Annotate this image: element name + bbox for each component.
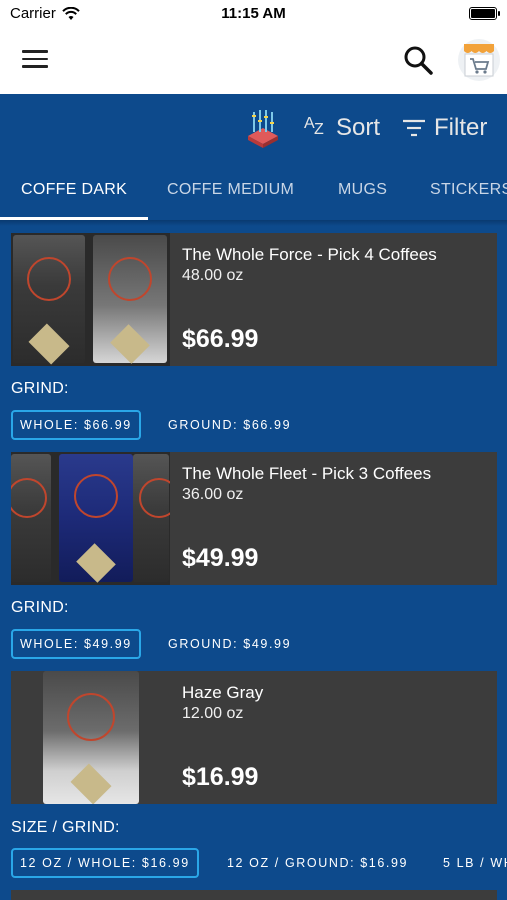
product-image: [11, 671, 170, 804]
sort-button[interactable]: A Z Sort: [304, 114, 380, 142]
option-chip-whole[interactable]: WHOLE: $66.99: [11, 410, 141, 440]
option-chip-whole[interactable]: WHOLE: $49.99: [11, 629, 141, 659]
tab-coffe-dark[interactable]: COFFE DARK: [21, 181, 127, 199]
tab-stickers[interactable]: STICKERS: [430, 181, 507, 199]
product-price: $16.99: [182, 763, 259, 791]
sort-filter-toolbar: A Z Sort Filter: [0, 94, 507, 164]
option-chip-ground[interactable]: GROUND: $66.99: [161, 411, 298, 441]
option-label: GRIND:: [11, 380, 69, 397]
product-name: The Whole Force - Pick 4 Coffees: [182, 245, 437, 264]
status-bar: Carrier 11:15 AM: [0, 0, 507, 28]
filter-button[interactable]: Filter: [402, 114, 487, 142]
product-image: [11, 233, 170, 366]
search-icon[interactable]: [402, 44, 434, 76]
shop-cart-icon[interactable]: [457, 38, 501, 82]
hamburger-menu-icon[interactable]: [22, 50, 48, 70]
product-card[interactable]: The Whole Force - Pick 4 Coffees 48.00 o…: [11, 233, 497, 366]
option-chip-12oz-ground[interactable]: 12 OZ / GROUND: $16.99: [220, 849, 415, 879]
filter-label: Filter: [434, 114, 488, 141]
option-label: SIZE / GRIND:: [11, 819, 120, 836]
sort-az-icon: A Z: [304, 115, 324, 138]
product-price: $66.99: [182, 325, 259, 353]
battery-icon: [469, 7, 500, 20]
product-weight: 48.00 oz: [182, 267, 244, 284]
product-card[interactable]: Haze Gray 12.00 oz $16.99: [11, 671, 497, 804]
filter-icon: [403, 119, 425, 137]
option-label: GRIND:: [11, 599, 69, 616]
tab-coffe-medium[interactable]: COFFE MEDIUM: [167, 181, 294, 199]
sort-label: Sort: [336, 114, 381, 141]
option-chip-12oz-whole[interactable]: 12 OZ / WHOLE: $16.99: [11, 848, 199, 878]
option-chip-5lb-whole[interactable]: 5 LB / WH: [436, 849, 507, 879]
status-time: 11:15 AM: [221, 5, 286, 22]
product-name: The Whole Fleet - Pick 3 Coffees: [182, 464, 432, 483]
store-logo-icon: [248, 110, 278, 148]
product-card[interactable]: The Whole Fleet - Pick 3 Coffees 36.00 o…: [11, 452, 497, 585]
product-price: $49.99: [182, 544, 259, 572]
product-weight: 12.00 oz: [182, 705, 244, 722]
product-image: [11, 452, 170, 585]
product-card[interactable]: [11, 890, 497, 900]
option-chip-ground[interactable]: GROUND: $49.99: [161, 630, 298, 660]
category-tabs: COFFE DARK COFFE MEDIUM MUGS STICKERS: [0, 164, 507, 220]
product-weight: 36.00 oz: [182, 486, 244, 503]
top-nav-bar: [0, 28, 507, 94]
tab-mugs[interactable]: MUGS: [338, 181, 387, 199]
product-name: Haze Gray: [182, 683, 264, 702]
